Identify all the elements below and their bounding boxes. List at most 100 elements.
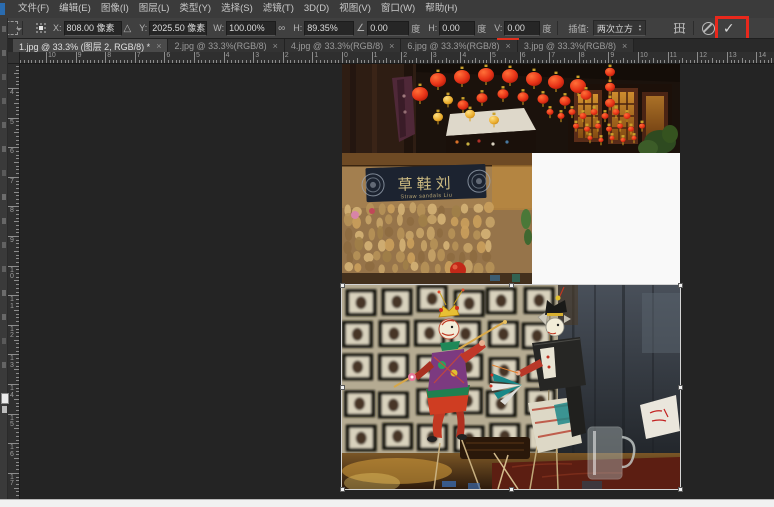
shop-photo: 草鞋刘 Straw sandals Liu [342, 153, 532, 285]
close-icon[interactable]: × [389, 42, 394, 51]
menu-layer[interactable]: 图层(L) [134, 0, 175, 18]
transform-handle[interactable] [678, 487, 683, 492]
close-icon[interactable]: × [156, 42, 161, 51]
transform-handle[interactable] [340, 487, 345, 492]
y-label: Y: [139, 23, 147, 33]
white-layer-area [532, 153, 680, 285]
menu-3d[interactable]: 3D(D) [299, 0, 334, 18]
x-label: X: [53, 23, 62, 33]
shop-sign-title: 草鞋刘 [397, 175, 455, 194]
commit-transform-icon[interactable]: ✓ [723, 21, 735, 35]
ruler-number: 4 [226, 52, 230, 59]
menu-type[interactable]: 类型(Y) [174, 0, 216, 18]
transform-handle[interactable] [678, 385, 683, 390]
height-input[interactable]: 89.35% [304, 21, 354, 36]
lanterns-photo [342, 64, 680, 153]
divider [557, 21, 558, 35]
interpolation-select[interactable]: 两次立方 ▲▼ [593, 20, 646, 36]
tool-icon-fragment [2, 74, 6, 80]
reference-point-grid-icon[interactable] [35, 22, 47, 34]
rotation-unit: 度 [411, 22, 420, 35]
menu-image[interactable]: 图像(I) [96, 0, 134, 18]
tab-label: 2.jpg @ 33.3%(RGB/8) [174, 41, 266, 51]
tool-icon-fragment [2, 338, 6, 344]
transform-handle[interactable] [509, 283, 514, 288]
tab-1jpg[interactable]: 1.jpg @ 33.3% (图层 2, RGB/8) * × [13, 39, 168, 53]
ruler-number: 1 5 [10, 416, 14, 429]
tab-4jpg[interactable]: 4.jpg @ 33.3%(RGB/8) × [285, 39, 401, 53]
ruler-number: 7 [137, 52, 141, 59]
menu-file[interactable]: 文件(F) [13, 0, 54, 18]
ruler-number: 1 1 [10, 297, 14, 310]
menu-view[interactable]: 视图(V) [334, 0, 376, 18]
horizontal-ruler[interactable]: 1098765432101234567891011121314 [20, 52, 774, 64]
ruler-number: 10 [48, 52, 56, 59]
ruler-number: 0 [344, 52, 348, 59]
transform-handle[interactable] [678, 283, 683, 288]
window-bottom-strip [0, 499, 774, 507]
foreground-color-swatch[interactable] [1, 393, 9, 404]
close-icon[interactable]: × [506, 42, 511, 51]
app-logo-icon [0, 3, 5, 15]
menu-window[interactable]: 窗口(W) [376, 0, 420, 18]
ruler-number: 11 [670, 52, 677, 59]
menu-help[interactable]: 帮助(H) [420, 0, 462, 18]
tab-label: 1.jpg @ 33.3% (图层 2, RGB/8) * [19, 40, 150, 53]
v-skew-input[interactable]: 0.00 [504, 21, 540, 36]
cancel-transform-icon[interactable] [702, 22, 715, 35]
menu-edit[interactable]: 编辑(E) [54, 0, 96, 18]
vertical-ruler[interactable]: 4567891 01 11 21 31 41 51 61 7 [8, 64, 20, 499]
ruler-number: 2 [403, 52, 407, 59]
ruler-number: 7 [551, 52, 555, 59]
menu-bar: 文件(F) 编辑(E) 图像(I) 图层(L) 类型(Y) 选择(S) 滤镜(T… [0, 0, 774, 19]
background-color-swatch[interactable] [2, 406, 7, 413]
ruler-number: 5 [10, 120, 14, 127]
tool-icon-fragment [2, 290, 6, 296]
height-label: H: [293, 23, 302, 33]
menu-filter[interactable]: 滤镜(T) [258, 0, 299, 18]
tool-icon-fragment [2, 218, 6, 224]
ruler-number: 9 [78, 52, 82, 59]
shadow-puppets-photo[interactable] [342, 285, 680, 489]
tab-label: 6.jpg @ 33.3%(RGB/8) [407, 41, 499, 51]
x-position-input[interactable]: 808.00 像素 [64, 21, 122, 36]
interpolation-label: 插值: [568, 22, 589, 35]
tool-icon-fragment [2, 266, 6, 272]
menu-select[interactable]: 选择(S) [216, 0, 258, 18]
v-skew-unit: 度 [542, 22, 551, 35]
ruler-number: 4 [10, 90, 14, 97]
tab-2jpg[interactable]: 2.jpg @ 33.3%(RGB/8) × [168, 39, 284, 53]
close-icon[interactable]: × [622, 42, 627, 51]
ruler-number: 8 [107, 52, 111, 59]
transform-handle[interactable] [340, 385, 345, 390]
ruler-number: 13 [729, 52, 737, 59]
tools-panel-edge[interactable] [0, 18, 8, 499]
y-position-input[interactable]: 2025.50 像素 [149, 21, 207, 36]
transform-handle[interactable] [509, 487, 514, 492]
tool-icon-fragment [2, 170, 6, 176]
close-icon[interactable]: × [273, 42, 278, 51]
ruler-corner [8, 52, 20, 64]
ruler-number: 7 [10, 179, 14, 186]
divider [22, 21, 23, 35]
rotation-input[interactable]: 0.00 [367, 21, 409, 36]
angle-icon: ∠ [356, 23, 365, 34]
tab-6jpg[interactable]: 6.jpg @ 33.3%(RGB/8) × [401, 39, 517, 53]
link-dimensions-icon[interactable]: ∞ [278, 23, 285, 34]
interpolation-value: 两次立方 [597, 22, 633, 35]
ruler-number: 1 7 [10, 475, 14, 488]
document-tab-bar: 1.jpg @ 33.3% (图层 2, RGB/8) * × 2.jpg @ … [0, 38, 774, 52]
tool-icon-fragment [2, 242, 6, 248]
warp-mode-icon[interactable] [673, 23, 686, 34]
tool-icon-fragment [2, 50, 6, 56]
ruler-number: 8 [581, 52, 585, 59]
width-label: W: [213, 23, 224, 33]
relative-position-icon[interactable]: △ [124, 23, 132, 34]
transform-handle[interactable] [340, 283, 345, 288]
tool-icon-fragment [2, 98, 6, 104]
annotation-red-tick [497, 38, 519, 40]
h-skew-input[interactable]: 0.00 [439, 21, 475, 36]
tab-3jpg[interactable]: 3.jpg @ 33.3%(RGB/8) × [518, 39, 634, 53]
width-input[interactable]: 100.00% [226, 21, 276, 36]
ruler-number: 1 [314, 52, 318, 59]
